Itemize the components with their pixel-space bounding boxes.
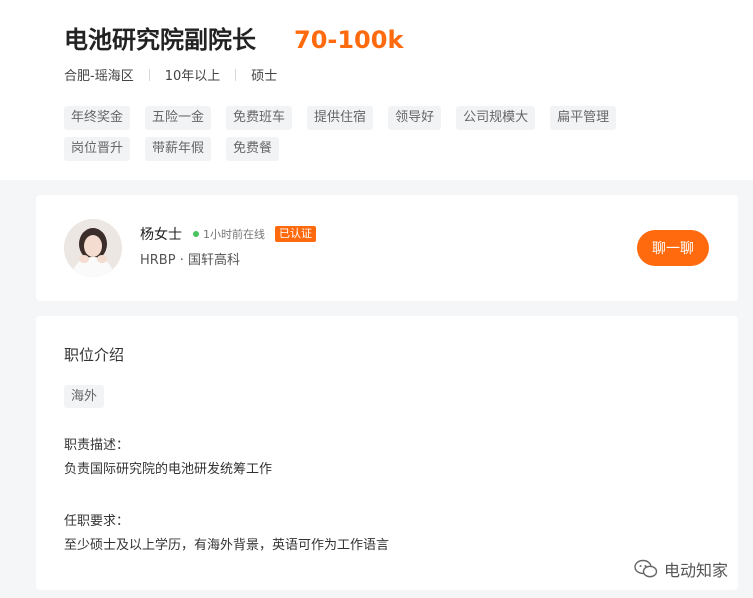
description-tag: 海外 xyxy=(64,385,105,408)
meta-divider xyxy=(235,68,237,81)
requirements-text: 至少硕士及以上学历，有海外背景，英语可作为工作语言 xyxy=(64,538,390,553)
online-status: 1小时前在线 xyxy=(203,228,265,241)
benefit-tag: 带薪年假 xyxy=(145,137,212,161)
job-description-card: 职位介绍 海外 职责描述： 负责国际研究院的电池研发统筹工作 任职要求： 至少硕… xyxy=(36,316,738,590)
benefit-tag: 年终奖金 xyxy=(64,106,131,130)
benefit-tag: 岗位晋升 xyxy=(64,137,131,161)
duties-label: 职责描述： xyxy=(64,438,130,453)
salary: 70-100k xyxy=(294,26,404,54)
recruiter-name-row: 杨女士 1小时前在线 已认证 xyxy=(140,224,316,244)
job-location: 合肥-瑶海区 xyxy=(64,69,134,84)
job-title: 电池研究院副院长 xyxy=(64,26,256,54)
title-row: 电池研究院副院长 70-100k xyxy=(64,20,689,54)
duties-text: 负责国际研究院的电池研发统筹工作 xyxy=(64,462,273,477)
requirements-label: 任职要求： xyxy=(64,514,130,529)
chat-button[interactable]: 聊一聊 xyxy=(637,230,709,266)
benefit-tag: 领导好 xyxy=(388,106,442,130)
recruiter-card: 杨女士 1小时前在线 已认证 HRBP · 国轩高科 聊一聊 xyxy=(36,195,738,301)
wechat-icon xyxy=(634,559,658,578)
watermark: 电动知家 xyxy=(634,557,728,581)
job-header: 电池研究院副院长 70-100k 合肥-瑶海区 10年以上 硕士 年终奖金 五险… xyxy=(0,0,753,180)
benefit-tag: 免费班车 xyxy=(226,106,293,130)
benefit-tag: 提供住宿 xyxy=(307,106,374,130)
section-title: 职位介绍 xyxy=(64,346,125,364)
job-education: 硕士 xyxy=(251,69,278,84)
job-meta: 合肥-瑶海区 10年以上 硕士 xyxy=(64,65,689,84)
watermark-text: 电动知家 xyxy=(663,561,728,580)
job-experience: 10年以上 xyxy=(164,69,221,84)
verified-badge: 已认证 xyxy=(275,226,316,242)
benefit-tag: 免费餐 xyxy=(226,137,280,161)
benefit-tag: 公司规模大 xyxy=(456,106,536,130)
benefit-tags: 年终奖金 五险一金 免费班车 提供住宿 领导好 公司规模大 扁平管理 岗位晋升 … xyxy=(64,106,704,168)
meta-divider xyxy=(148,68,150,81)
avatar-image xyxy=(64,219,122,277)
recruiter-name: 杨女士 xyxy=(140,227,182,243)
benefit-tag: 五险一金 xyxy=(145,106,212,130)
recruiter-position: HRBP · 国轩高科 xyxy=(140,253,240,268)
benefit-tag: 扁平管理 xyxy=(550,106,617,130)
online-dot-icon xyxy=(193,231,199,237)
avatar[interactable] xyxy=(64,219,122,277)
